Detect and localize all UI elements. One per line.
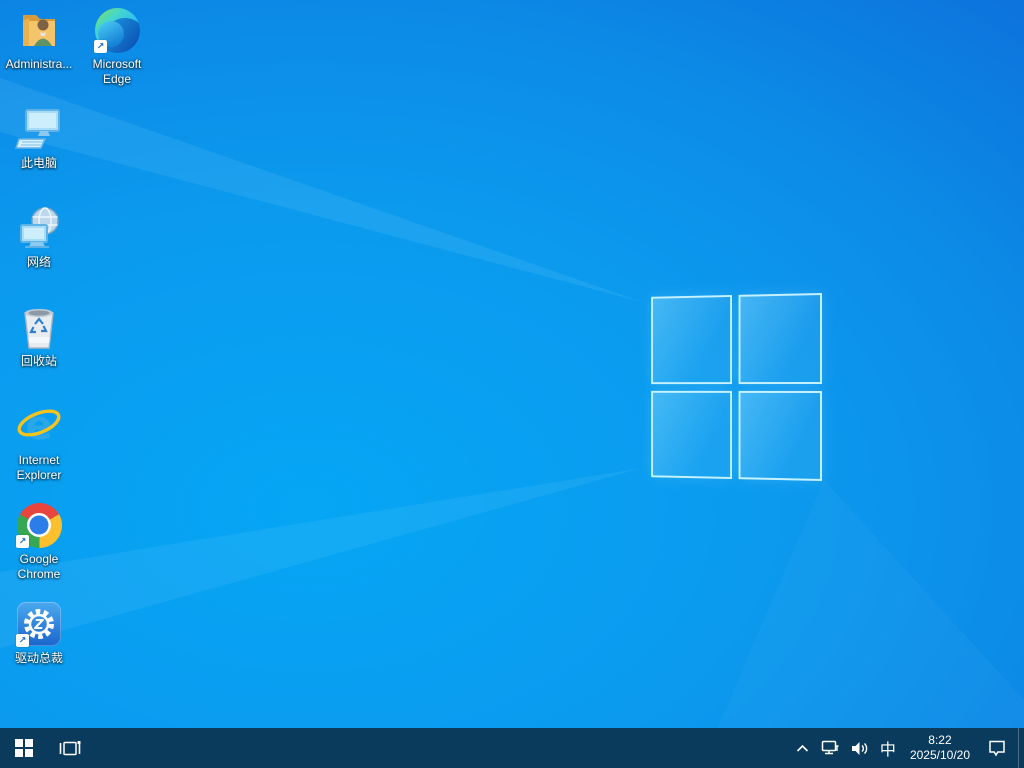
task-view-icon xyxy=(59,740,81,755)
shortcut-arrow-icon: ↗ xyxy=(94,40,107,53)
desktop-icon-microsoft-edge[interactable]: ↗ Microsoft Edge xyxy=(79,6,155,87)
network-status-button[interactable] xyxy=(814,728,845,768)
windows-logo-pane xyxy=(651,390,732,479)
ime-language-indicator[interactable]: 中 xyxy=(874,728,902,768)
shortcut-arrow-icon: ↗ xyxy=(16,634,29,647)
taskbar-clock[interactable]: 8:22 2025/10/20 xyxy=(902,733,978,763)
speaker-icon xyxy=(851,741,868,755)
taskbar: 中 8:22 2025/10/20 xyxy=(0,728,1024,768)
internet-explorer-icon: e xyxy=(15,402,63,450)
action-center-button[interactable] xyxy=(978,728,1016,768)
edge-icon: ↗ xyxy=(93,6,141,54)
chevron-up-icon xyxy=(796,744,808,752)
volume-button[interactable] xyxy=(845,728,874,768)
clock-time: 8:22 xyxy=(928,733,952,747)
network-ethernet-icon xyxy=(821,740,839,754)
recycle-bin-icon xyxy=(15,303,63,351)
windows-start-icon xyxy=(15,739,33,757)
desktop-icon-label: Internet Explorer xyxy=(16,453,62,482)
shortcut-arrow-icon: ↗ xyxy=(16,535,29,548)
task-view-button[interactable] xyxy=(48,728,92,768)
windows-logo-pane xyxy=(651,295,732,384)
system-tray: 中 8:22 2025/10/20 xyxy=(791,728,1016,768)
network-globe-icon xyxy=(15,204,63,252)
desktop-icon-label: Administra... xyxy=(5,57,73,71)
light-beam xyxy=(0,468,642,648)
desktop-wallpaper: Administra... ↗ Microsoft Edge 此电脑 网络 回收… xyxy=(0,0,1024,768)
windows-logo-wallpaper xyxy=(651,293,822,481)
desktop-icon-administrator[interactable]: Administra... xyxy=(1,6,77,72)
this-pc-icon xyxy=(15,105,63,153)
desktop-icon-label: Microsoft Edge xyxy=(92,57,142,86)
windows-logo-pane xyxy=(738,293,822,384)
action-center-icon xyxy=(989,740,1005,756)
show-desktop-button[interactable] xyxy=(1018,728,1024,768)
desktop-icon-label: 驱动总裁 xyxy=(14,651,63,665)
start-button[interactable] xyxy=(0,728,48,768)
svg-text:Z: Z xyxy=(33,618,44,633)
desktop-icon-label: 回收站 xyxy=(20,354,57,368)
desktop-icon-label: 网络 xyxy=(26,255,51,269)
light-beam xyxy=(0,78,642,302)
desktop-icon-internet-explorer[interactable]: e Internet Explorer xyxy=(1,402,77,483)
desktop-icon-this-pc[interactable]: 此电脑 xyxy=(1,105,77,171)
driver-ceo-icon: Z ↗ xyxy=(15,600,63,648)
user-folder-icon xyxy=(15,6,63,54)
desktop-icon-google-chrome[interactable]: ↗ Google Chrome xyxy=(1,501,77,582)
chrome-icon: ↗ xyxy=(15,501,63,549)
light-beam xyxy=(700,480,1024,768)
desktop-icon-driver-ceo[interactable]: Z ↗ 驱动总裁 xyxy=(1,600,77,666)
windows-logo-pane xyxy=(738,390,822,481)
desktop-icon-network[interactable]: 网络 xyxy=(1,204,77,270)
tray-overflow-button[interactable] xyxy=(791,728,814,768)
desktop-icon-label: Google Chrome xyxy=(17,552,61,581)
desktop-icon-label: 此电脑 xyxy=(20,156,57,170)
desktop-icon-recycle-bin[interactable]: 回收站 xyxy=(1,303,77,369)
clock-date: 2025/10/20 xyxy=(909,748,970,762)
